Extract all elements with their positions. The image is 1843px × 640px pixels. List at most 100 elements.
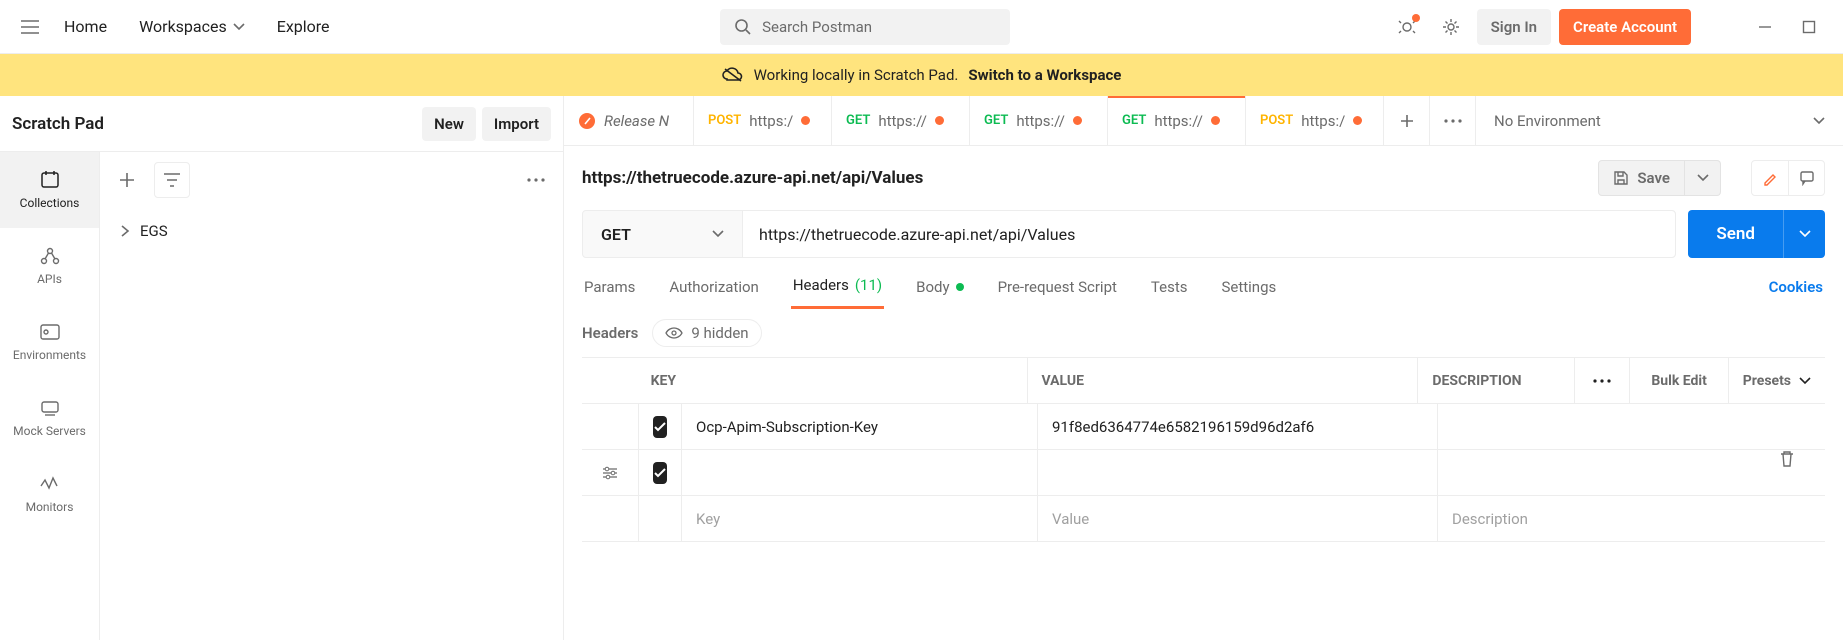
bulk-edit-button[interactable]: Bulk Edit	[1630, 358, 1728, 403]
table-header: KEY VALUE DESCRIPTION Bulk Edit Presets	[582, 358, 1825, 404]
request-header: https://thetruecode.azure-api.net/api/Va…	[564, 146, 1843, 210]
cell-value[interactable]: Value	[1038, 496, 1438, 541]
subtab-settings[interactable]: Settings	[1219, 272, 1278, 308]
value-value: 91f8ed6364774e6582196159d96d2af6	[1052, 418, 1314, 436]
environment-selector[interactable]: No Environment	[1476, 96, 1843, 145]
nav-explore[interactable]: Explore	[265, 11, 342, 42]
presets-button[interactable]: Presets	[1729, 358, 1825, 403]
subtab-prerequest[interactable]: Pre-request Script	[996, 272, 1119, 308]
sidebar-content: EGS	[100, 152, 563, 640]
add-button[interactable]	[112, 165, 142, 195]
window-maximize[interactable]	[1791, 9, 1827, 45]
filter-button[interactable]	[154, 162, 190, 198]
method-value: GET	[601, 225, 631, 244]
url-row: GET https://thetruecode.azure-api.net/ap…	[564, 210, 1843, 258]
desc-placeholder: Description	[1452, 510, 1528, 528]
row-checkbox[interactable]	[638, 496, 682, 541]
signin-button[interactable]: Sign In	[1477, 9, 1551, 45]
rail-environments[interactable]: Environments	[0, 304, 99, 380]
url-input[interactable]: https://thetruecode.azure-api.net/api/Va…	[743, 211, 1675, 257]
import-button[interactable]: Import	[482, 107, 551, 141]
cell-key[interactable]: Ocp-Apim-Subscription-Key	[682, 404, 1038, 449]
save-button[interactable]: Save	[1598, 160, 1685, 196]
save-dropdown[interactable]	[1685, 160, 1721, 196]
settings-icon[interactable]	[1433, 9, 1469, 45]
environments-icon	[39, 322, 61, 342]
row-tools	[1779, 450, 1795, 468]
rail-monitors[interactable]: Monitors	[0, 456, 99, 532]
subtab-headers[interactable]: Headers (11)	[791, 270, 884, 309]
new-tab-button[interactable]	[1384, 96, 1430, 145]
rail-apis[interactable]: APIs	[0, 228, 99, 304]
row-checkbox[interactable]	[638, 450, 682, 495]
row-handle[interactable]	[582, 496, 638, 541]
tab-label: https:/	[749, 112, 793, 130]
hamburger-icon[interactable]	[16, 13, 44, 41]
rail-mock-servers[interactable]: Mock Servers	[0, 380, 99, 456]
subtab-auth[interactable]: Authorization	[667, 272, 760, 308]
eye-icon	[665, 327, 683, 339]
tab-request[interactable]: POST https:/	[1246, 96, 1384, 145]
tabbar: Release N POST https:/ GET https:// GET …	[564, 96, 1843, 146]
hidden-headers-toggle[interactable]: 9 hidden	[652, 319, 761, 347]
checkbox-checked-icon	[653, 462, 667, 484]
bulk-label: Bulk Edit	[1651, 373, 1707, 389]
subtab-label: Body	[916, 278, 949, 296]
tab-label: https://	[1016, 112, 1065, 130]
col-description: DESCRIPTION	[1418, 358, 1575, 403]
row-handle[interactable]	[582, 450, 638, 495]
rail-collections[interactable]: Collections	[0, 152, 99, 228]
send-dropdown[interactable]	[1783, 210, 1825, 258]
nav-explore-label: Explore	[277, 17, 330, 36]
apis-icon	[39, 246, 61, 266]
create-account-button[interactable]: Create Account	[1559, 9, 1691, 45]
tree-item-egs[interactable]: EGS	[106, 214, 557, 248]
method-dropdown[interactable]: GET	[583, 211, 743, 257]
tab-request[interactable]: GET https://	[970, 96, 1108, 145]
search-input[interactable]: Search Postman	[720, 9, 1010, 45]
cloud-off-icon	[722, 66, 744, 84]
cell-key[interactable]	[682, 450, 1038, 495]
edit-icon[interactable]	[1752, 161, 1788, 195]
subtab-params[interactable]: Params	[582, 272, 637, 308]
tab-overflow-button[interactable]	[1430, 96, 1476, 145]
cell-value[interactable]	[1038, 450, 1438, 495]
cookies-link[interactable]: Cookies	[1767, 272, 1825, 308]
url-box: GET https://thetruecode.azure-api.net/ap…	[582, 210, 1676, 258]
subtab-body[interactable]: Body	[914, 272, 965, 308]
dirty-dot	[1211, 116, 1220, 125]
comment-icon[interactable]	[1788, 161, 1824, 195]
cell-description[interactable]	[1438, 404, 1825, 449]
sidebar-toolbar	[100, 152, 563, 208]
new-button[interactable]: New	[422, 107, 476, 141]
save-label: Save	[1637, 169, 1670, 187]
sidebar-more-icon[interactable]	[521, 165, 551, 195]
send-button[interactable]: Send	[1688, 210, 1783, 258]
request-title[interactable]: https://thetruecode.azure-api.net/api/Va…	[582, 168, 1588, 188]
sidebar: Scratch Pad New Import Collections APIs	[0, 96, 564, 640]
window-minimize[interactable]	[1747, 9, 1783, 45]
cell-description[interactable]: Description	[1438, 496, 1825, 541]
tab-release-notes[interactable]: Release N	[564, 96, 694, 145]
environment-label: No Environment	[1494, 112, 1601, 130]
cell-value[interactable]: 91f8ed6364774e6582196159d96d2af6	[1038, 404, 1438, 449]
nav-workspaces-label: Workspaces	[139, 17, 227, 36]
col-key: KEY	[637, 358, 1028, 403]
banner-link[interactable]: Switch to a Workspace	[968, 66, 1121, 84]
capture-icon[interactable]	[1389, 9, 1425, 45]
nav-home[interactable]: Home	[52, 11, 119, 42]
cell-description[interactable]	[1438, 450, 1825, 495]
tab-request[interactable]: POST https:/	[694, 96, 832, 145]
row-checkbox[interactable]	[638, 404, 682, 449]
delete-row-button[interactable]	[1779, 450, 1795, 468]
cell-key[interactable]: Key	[682, 496, 1038, 541]
nav-workspaces[interactable]: Workspaces	[127, 11, 257, 42]
monitors-icon	[39, 474, 61, 494]
method-label: GET	[984, 113, 1008, 128]
table-row	[582, 450, 1825, 496]
col-options[interactable]	[1575, 358, 1630, 403]
row-handle[interactable]	[582, 404, 638, 449]
subtab-tests[interactable]: Tests	[1149, 272, 1190, 308]
tab-request-active[interactable]: GET https://	[1108, 96, 1246, 145]
tab-request[interactable]: GET https://	[832, 96, 970, 145]
